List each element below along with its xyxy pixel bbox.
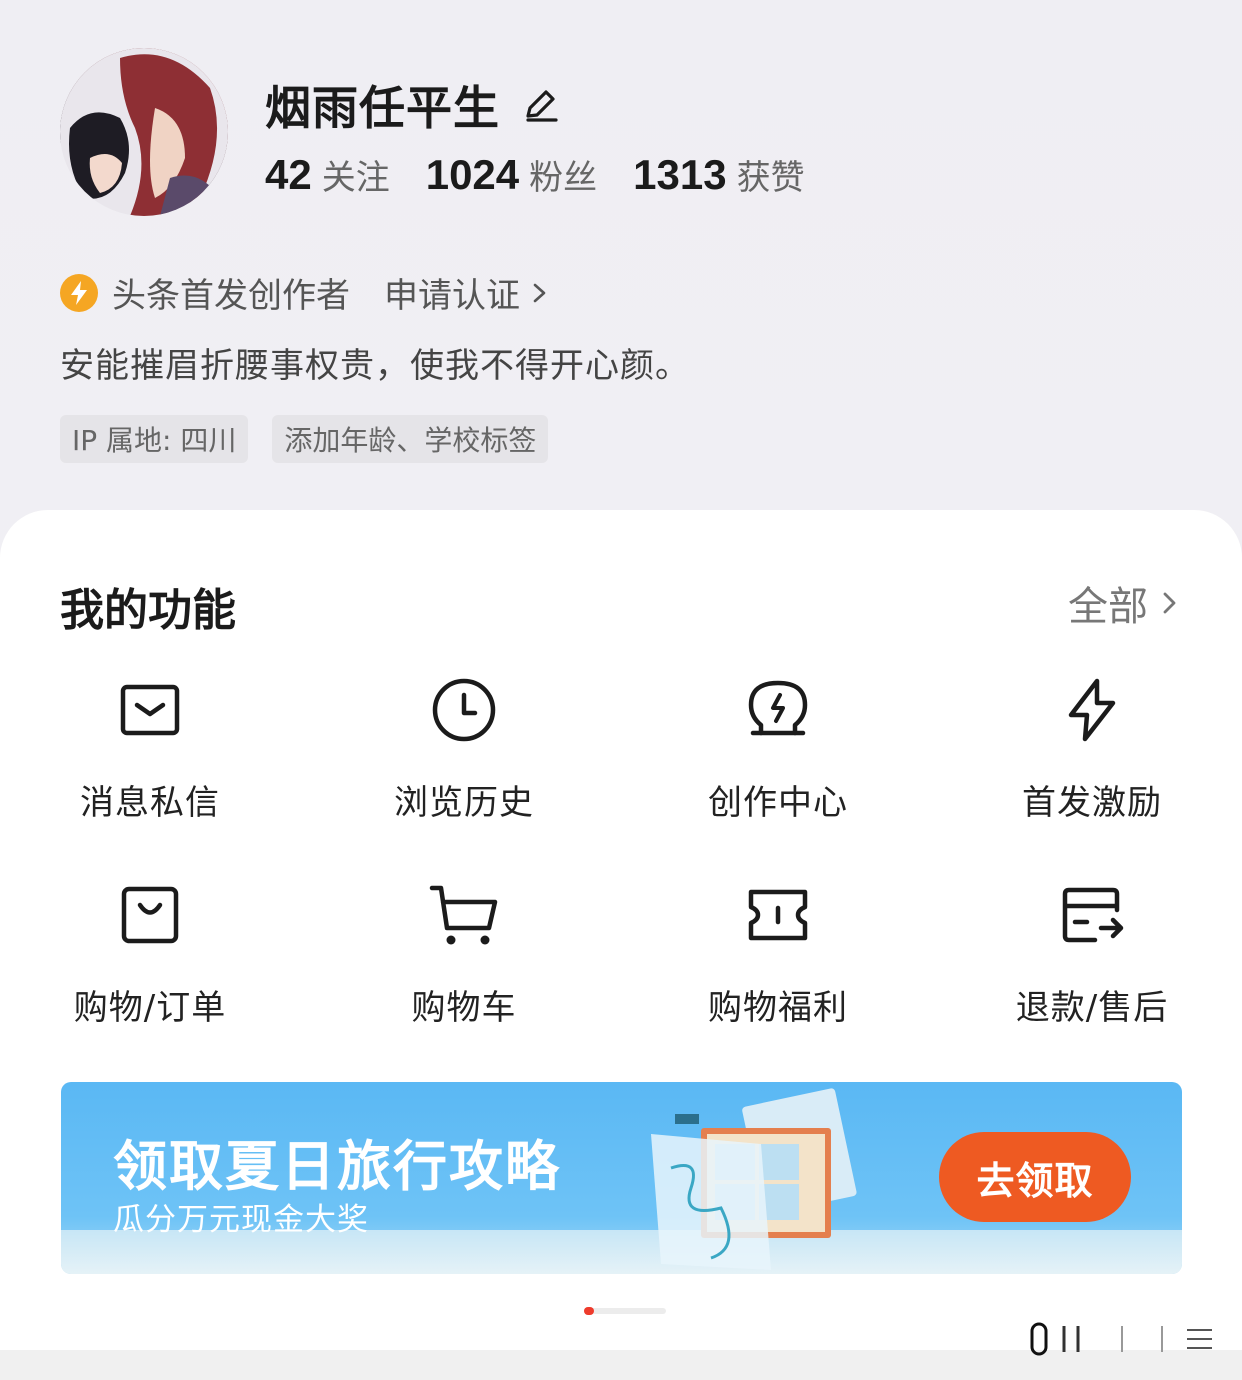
clock-icon [432, 678, 496, 742]
ip-location-tag: IP 属地: 四川 [60, 415, 249, 463]
stat-number: 1313 [633, 151, 727, 198]
summer-travel-banner[interactable]: 领取夏日旅行攻略 瓜分万元现金大奖 去领取 [61, 1082, 1182, 1274]
function-messages[interactable]: 消息私信 [30, 675, 270, 824]
creator-bulb-icon [748, 680, 808, 736]
function-label: 消息私信 [80, 783, 220, 823]
stat-label: 关注 [321, 158, 390, 198]
banner-title: 领取夏日旅行攻略 [113, 1135, 561, 1198]
creator-badge-text: 头条首发创作者 [112, 276, 350, 316]
banner-pager [584, 1307, 666, 1315]
function-label: 创作中心 [708, 783, 848, 823]
chevron-right-icon [1163, 592, 1176, 614]
refund-card-icon [1062, 887, 1124, 943]
function-cart[interactable]: 购物车 [344, 880, 584, 1029]
function-launch-incentive[interactable]: 首发激励 [972, 675, 1212, 824]
user-bio: 安能摧眉折腰事权贵，使我不得开心颜。 [60, 346, 690, 386]
function-label: 购物福利 [708, 988, 848, 1028]
pager-active-dot [584, 1307, 594, 1315]
functions-panel: 我的功能 全部 消息私信 浏览历史 创作中心 首发激励 购物/订单 购物车 购物… [0, 510, 1242, 1360]
travel-guide-illustration [651, 1088, 857, 1270]
function-history[interactable]: 浏览历史 [344, 675, 584, 824]
cart-icon [429, 885, 498, 945]
stat-label: 获赞 [736, 158, 805, 198]
view-all-label: 全部 [1068, 584, 1148, 630]
profile-stats: 42 关注 1024 粉丝 1313 获赞 [265, 150, 841, 199]
function-creator-center[interactable]: 创作中心 [658, 675, 898, 824]
functions-title: 我的功能 [60, 585, 236, 636]
stat-likes[interactable]: 1313 获赞 [633, 150, 804, 199]
stat-label: 粉丝 [529, 158, 598, 198]
stat-following[interactable]: 42 关注 [265, 150, 390, 199]
function-label: 退款/售后 [1015, 988, 1169, 1028]
creator-badge-row: 头条首发创作者 申请认证 [60, 268, 550, 317]
function-label: 浏览历史 [394, 783, 534, 823]
profile-header: 烟雨任平生 42 关注 1024 粉丝 1313 获赞 头条首发创作者 申请认证… [0, 0, 1242, 520]
apply-verification-label: 申请认证 [384, 276, 520, 316]
function-shopping-perks[interactable]: 购物福利 [658, 880, 898, 1029]
apply-verification-link[interactable]: 申请认证 [384, 268, 550, 317]
message-icon [120, 684, 180, 736]
user-name: 烟雨任平生 [265, 81, 500, 135]
stat-number: 1024 [425, 151, 520, 198]
system-nav-glyphs [1030, 1322, 1212, 1356]
shopping-bag-icon [121, 886, 179, 944]
function-label: 首发激励 [1022, 783, 1162, 823]
function-label: 购物车 [411, 988, 517, 1028]
function-label: 购物/订单 [73, 988, 227, 1028]
function-refund[interactable]: 退款/售后 [972, 880, 1212, 1029]
function-orders[interactable]: 购物/订单 [30, 880, 270, 1029]
add-tags-button[interactable]: 添加年龄、学校标签 [272, 415, 549, 463]
stat-number: 42 [265, 151, 312, 198]
view-all-link[interactable]: 全部 [1068, 574, 1180, 632]
avatar[interactable] [60, 48, 228, 216]
edit-pencil-icon[interactable] [520, 84, 562, 126]
functions-grid: 消息私信 浏览历史 创作中心 首发激励 购物/订单 购物车 购物福利 退款/售后 [0, 675, 1242, 1085]
claim-button[interactable]: 去领取 [939, 1132, 1131, 1222]
profile-tags: IP 属地: 四川 添加年龄、学校标签 [60, 415, 572, 463]
bolt-badge-icon [60, 273, 98, 312]
banner-subtitle: 瓜分万元现金大奖 [113, 1202, 369, 1238]
ticket-icon [748, 889, 808, 941]
lightning-icon [1068, 678, 1116, 742]
chevron-right-icon [533, 283, 546, 302]
stat-followers[interactable]: 1024 粉丝 [426, 150, 597, 199]
